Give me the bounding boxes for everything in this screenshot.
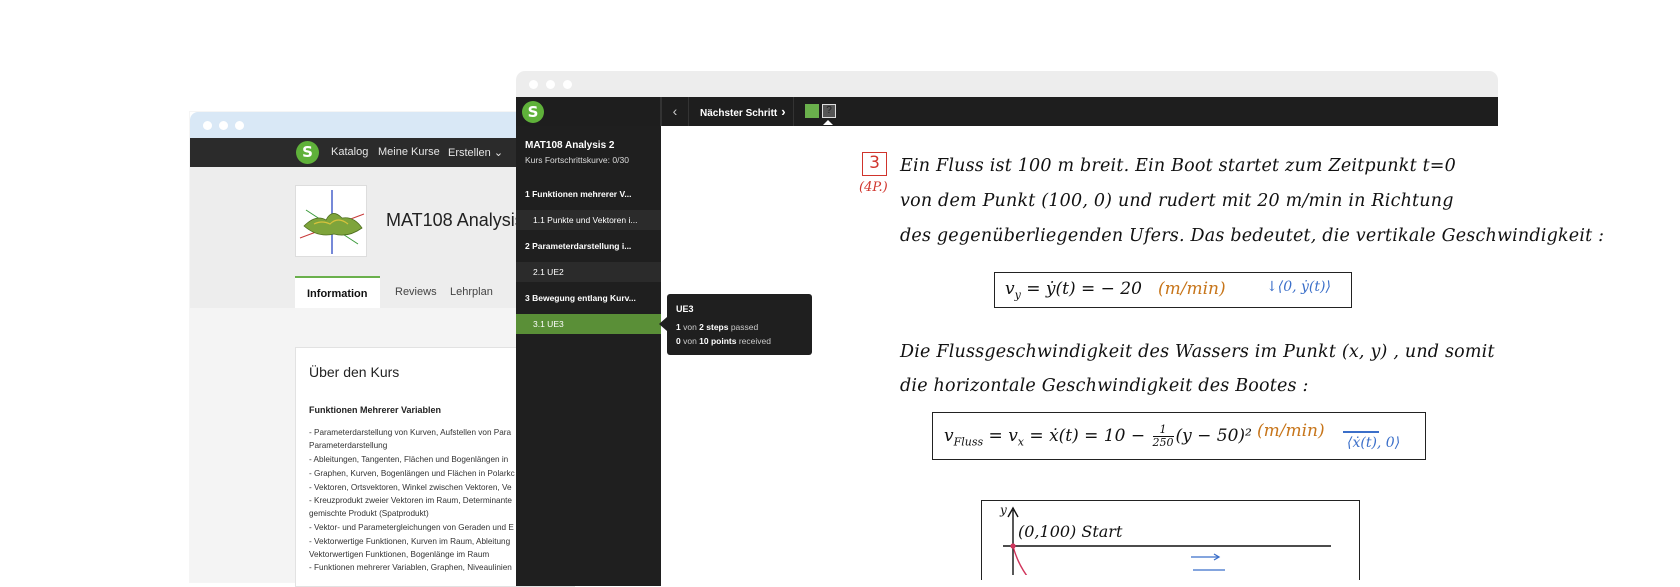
current-step-marker-icon	[823, 120, 833, 125]
window-dot-icon	[203, 121, 212, 130]
window-dot-icon	[563, 80, 572, 89]
window-dot-icon	[546, 80, 555, 89]
graph-axis-label: y	[1000, 503, 1007, 517]
front-window-titlebar	[516, 71, 1498, 97]
window-dot-icon	[529, 80, 538, 89]
topic-line: - Graphen, Kurven, Bogenlängen und Fläch…	[309, 469, 515, 478]
course-hero	[190, 167, 570, 308]
tooltip-steps: 1 von 2 steps passed	[676, 322, 759, 332]
topic-line: - Vektor- und Parametergleichungen von G…	[309, 523, 514, 532]
sidebar-section-3[interactable]: 3 Bewegung entlang Kurv...	[516, 288, 661, 308]
stepik-logo-icon[interactable]: S	[522, 101, 544, 123]
formula-vy-vector: ↓⟨0, ẏ(t)⟩	[1266, 279, 1331, 295]
sidebar-progress: Kurs Fortschrittskurve: 0/30	[525, 155, 629, 165]
tab-information[interactable]: Information	[295, 276, 380, 308]
formula-vy-unit: (m/min)	[1158, 279, 1226, 299]
sidebar-course-title: MAT108 Analysis 2	[525, 140, 615, 151]
topic-line: gemischte Produkt (Spatprodukt)	[309, 509, 429, 518]
topic-line: Parameterdarstellung	[309, 441, 388, 450]
task-text-line: Ein Fluss ist 100 m breit. Ein Boot star…	[900, 156, 1457, 176]
about-title: Über den Kurs	[309, 364, 400, 380]
nav-link-meine-kurse[interactable]: Meine Kurse	[378, 146, 440, 158]
task-number: 3	[862, 152, 887, 176]
sidebar-lesson-1-1[interactable]: 1.1 Punkte und Vektoren i...	[516, 210, 661, 230]
formula-vx-unit: (m/min)	[1257, 421, 1325, 441]
task-text-line: des gegenüberliegenden Ufers. Das bedeut…	[900, 226, 1605, 246]
formula-vy: vy = ẏ(t) = − 20	[1005, 279, 1142, 302]
prev-step-button[interactable]: ‹	[661, 97, 689, 126]
sidebar-lesson-2-1[interactable]: 2.1 UE2	[516, 262, 661, 282]
stepik-logo-icon[interactable]: S	[296, 141, 319, 164]
formula-vx: vFluss = vx = ẋ(t) = 10 − 1 250 (y − 50)²	[944, 423, 1252, 449]
task-text-line: die horizontale Geschwindigkeit des Boot…	[900, 376, 1309, 396]
tooltip-points: 0 von 10 points received	[676, 336, 771, 346]
topic-line: - Parameterdarstellung von Kurven, Aufst…	[309, 428, 512, 437]
step-indicator-current[interactable]: ?	[822, 104, 836, 118]
topic-line: Vektorwertigen Funktionen, Bogenlänge im…	[309, 550, 490, 559]
back-window-titlebar	[190, 112, 570, 138]
topic-line: - Funktionen mehrerer Variablen, Graphen…	[309, 563, 512, 572]
topics-heading: Funktionen Mehrerer Variablen	[309, 405, 442, 415]
back-navbar: S Katalog Meine Kurse Erstellen ⌄	[190, 138, 570, 167]
task-text-line: von dem Punkt (100, 0) und rudert mit 20…	[900, 191, 1454, 211]
window-dot-icon	[219, 121, 228, 130]
nav-link-katalog[interactable]: Katalog	[331, 146, 368, 158]
tab-lehrplan[interactable]: Lehrplan	[438, 276, 505, 308]
tooltip-title: UE3	[676, 304, 694, 314]
next-step-button[interactable]: Nächster Schritt ›	[690, 97, 794, 126]
tooltip-arrow-icon	[659, 317, 667, 331]
task-text-line: Die Flussgeschwindigkeit des Wassers im …	[900, 342, 1495, 362]
graph-start-label: (0,100) Start	[1018, 522, 1123, 541]
next-step-label: Nächster Schritt	[700, 108, 778, 119]
sidebar-section-1[interactable]: 1 Funktionen mehrerer V...	[516, 184, 661, 204]
topic-line: - Ableitungen, Tangenten, Flächen und Bo…	[309, 455, 509, 464]
nav-link-erstellen[interactable]: Erstellen ⌄	[448, 146, 503, 159]
formula-vx-vector: ⟨ẋ(t), 0⟩	[1347, 435, 1401, 451]
window-dot-icon	[235, 121, 244, 130]
topic-line: - Vektoren, Ortsvektoren, Winkel zwische…	[309, 483, 512, 492]
step-indicator-passed[interactable]	[805, 104, 819, 118]
chevron-right-icon: ›	[781, 104, 786, 119]
topic-line: - Kreuzprodukt zweier Vektoren im Raum, …	[309, 496, 512, 505]
task-points: (4P.)	[859, 180, 888, 195]
topic-line: - Vektorwertige Funktionen, Kurven im Ra…	[309, 537, 511, 546]
course-title: MAT108 Analysis	[386, 210, 524, 230]
sidebar-lesson-3-1[interactable]: 3.1 UE3	[516, 314, 661, 334]
course-thumbnail	[295, 185, 367, 257]
sidebar-section-2[interactable]: 2 Parameterdarstellung i...	[516, 236, 661, 256]
sidebar-header: S	[516, 97, 661, 126]
surface-plot-icon	[299, 190, 365, 254]
vector-arrow-icon	[1343, 431, 1379, 433]
